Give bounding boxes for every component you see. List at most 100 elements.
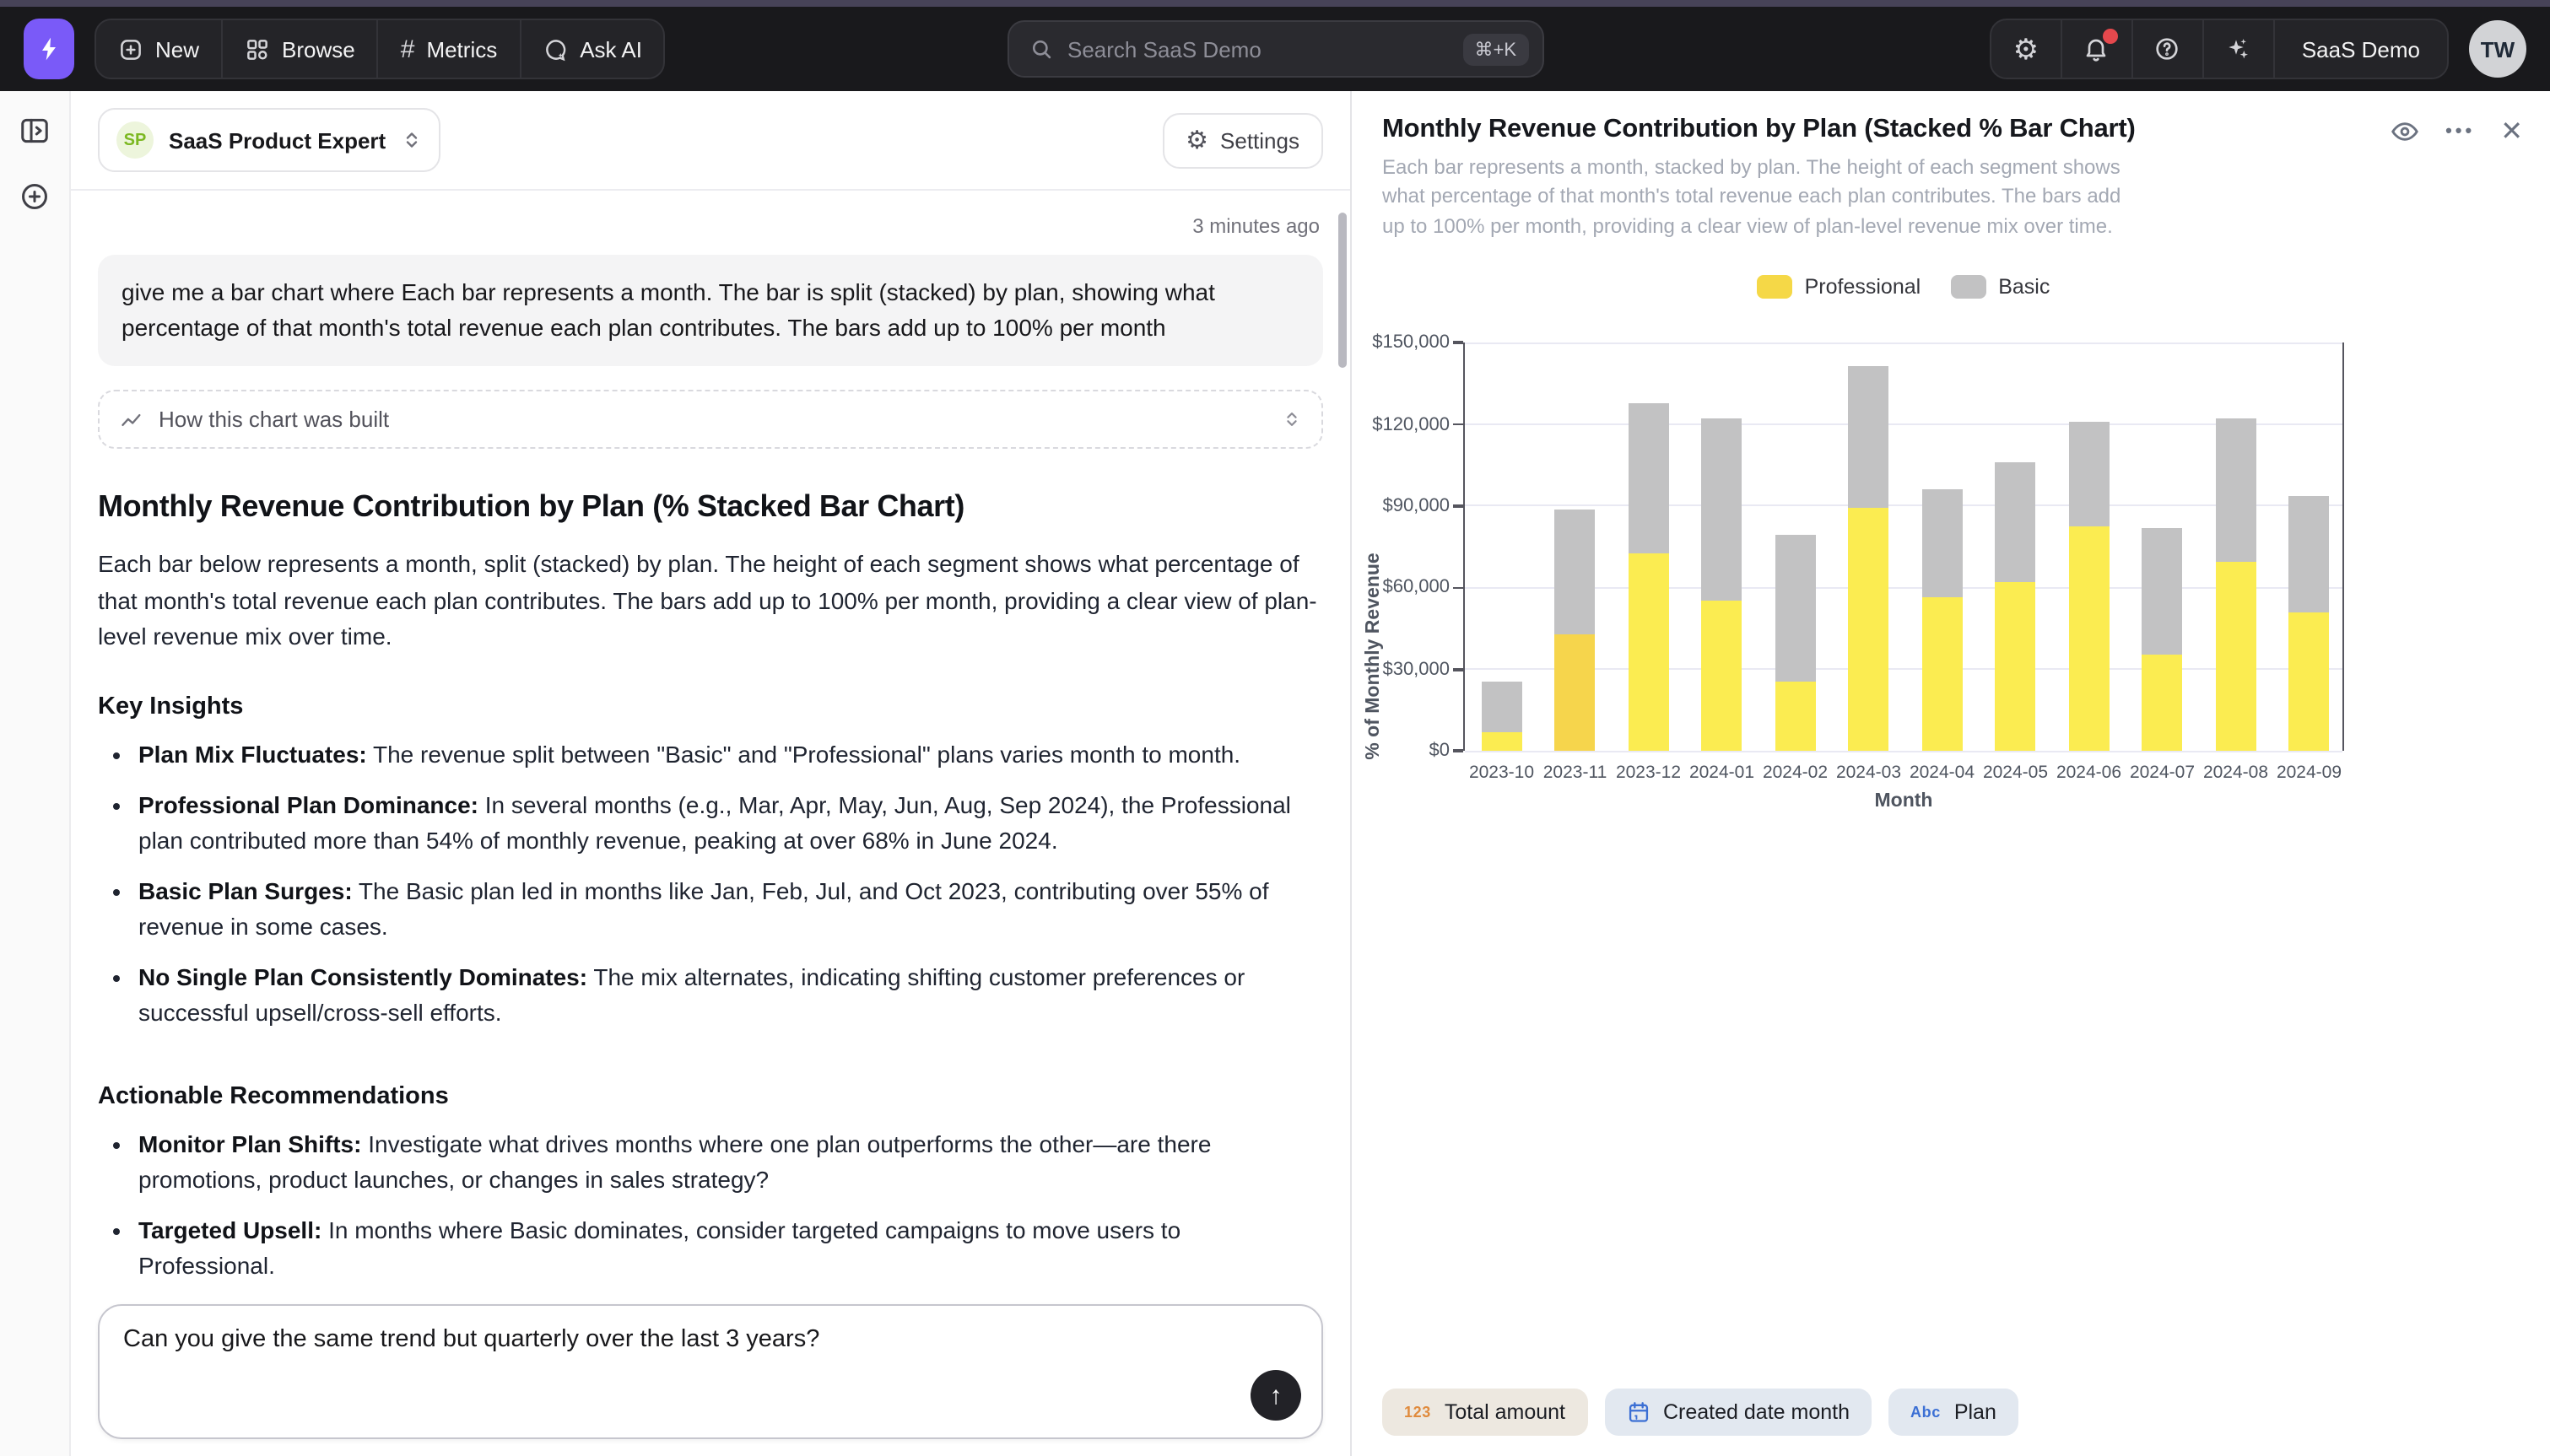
bar-segment-basic-2024-09[interactable] — [2289, 495, 2330, 612]
y-tick-label: $30,000 — [1382, 660, 1450, 680]
chip-total-amount[interactable]: 123 Total amount — [1382, 1389, 1587, 1436]
bar-segment-professional-2023-11[interactable] — [1555, 634, 1596, 752]
hash-icon: # — [401, 35, 415, 63]
text-field-icon: Abc — [1910, 1404, 1941, 1421]
bar-segment-basic-2023-12[interactable] — [1629, 402, 1669, 553]
agent-selector[interactable]: SP SaaS Product Expert — [98, 108, 440, 172]
settings-button[interactable]: ⚙ Settings — [1162, 112, 1323, 168]
bar-segment-basic-2024-07[interactable] — [2142, 528, 2183, 655]
bar — [1849, 342, 1889, 751]
bar-segment-professional-2024-03[interactable] — [1849, 508, 1889, 752]
chat-panel: SP SaaS Product Expert ⚙ Settings 3 minu… — [71, 91, 1350, 1456]
bar-segment-professional-2023-10[interactable] — [1482, 732, 1522, 752]
legend-item[interactable]: Basic — [1951, 275, 2050, 299]
x-tick-label: 2023-10 — [1469, 763, 1534, 783]
more-options-button[interactable]: ••• — [2445, 121, 2475, 142]
user-avatar[interactable]: TW — [2469, 20, 2526, 78]
bar-segment-basic-2024-03[interactable] — [1849, 366, 1889, 508]
app-logo[interactable] — [24, 19, 74, 79]
bar-segment-basic-2024-06[interactable] — [2069, 422, 2110, 526]
bar-segment-basic-2024-05[interactable] — [1996, 462, 2036, 582]
assistant-button[interactable] — [2204, 20, 2275, 78]
bar-segment-basic-2024-01[interactable] — [1702, 418, 1742, 601]
global-search[interactable]: Search SaaS Demo ⌘+K — [1007, 20, 1543, 78]
bar-segment-basic-2023-11[interactable] — [1555, 510, 1596, 634]
recommendation-item-lead: Targeted Upsell: — [138, 1216, 321, 1243]
legend-item[interactable]: Professional — [1758, 275, 1921, 299]
bar-segment-professional-2024-09[interactable] — [2289, 612, 2330, 752]
workspace-button[interactable]: SaaS Demo — [2275, 20, 2447, 78]
bar-segment-professional-2024-08[interactable] — [2216, 562, 2256, 751]
chat-scrollbar[interactable] — [1338, 213, 1347, 368]
bar-segment-basic-2024-04[interactable] — [1922, 488, 1963, 597]
chevron-updown-icon — [401, 128, 421, 152]
gridline — [1465, 669, 2342, 671]
close-button[interactable]: ✕ — [2500, 115, 2523, 148]
x-tick-label: 2024-09 — [2277, 763, 2342, 783]
user-message: give me a bar chart where Each bar repre… — [98, 255, 1323, 366]
new-chat-button[interactable] — [19, 181, 51, 213]
send-button[interactable]: ↑ — [1251, 1370, 1301, 1421]
bolt-icon — [35, 32, 62, 66]
nav-button-new[interactable]: New — [96, 20, 223, 78]
x-tick-label: 2024-02 — [1763, 763, 1828, 783]
left-rail — [0, 91, 71, 1456]
search-icon — [1029, 37, 1052, 61]
bar-segment-professional-2024-04[interactable] — [1922, 597, 1963, 751]
settings-label: Settings — [1220, 127, 1299, 153]
calendar-icon — [1626, 1400, 1650, 1424]
bar-segment-basic-2024-08[interactable] — [2216, 419, 2256, 562]
response-intro: Each bar below represents a month, split… — [98, 547, 1323, 656]
search-placeholder: Search SaaS Demo — [1067, 36, 1447, 62]
insight-item: Plan Mix Fluctuates: The revenue split b… — [138, 737, 1323, 773]
bar-segment-professional-2024-05[interactable] — [1996, 582, 2036, 751]
chip-created-date-month[interactable]: Created date month — [1604, 1389, 1872, 1436]
view-eye-button[interactable] — [2390, 116, 2420, 147]
help-button[interactable] — [2133, 20, 2204, 78]
message-timestamp: 3 minutes ago — [101, 214, 1320, 238]
help-icon — [2154, 35, 2181, 62]
chart-build-accordion[interactable]: How this chart was built — [98, 390, 1323, 449]
ellipsis-icon: ••• — [2445, 121, 2475, 142]
chat-scroll-area: 3 minutes ago give me a bar chart where … — [71, 191, 1350, 1281]
bar-segment-basic-2024-02[interactable] — [1775, 535, 1816, 682]
eye-icon — [2390, 116, 2420, 147]
bar — [1555, 342, 1596, 751]
insight-item: No Single Plan Consistently Dominates: T… — [138, 960, 1323, 1031]
panel-toggle-icon — [19, 115, 51, 147]
insight-item-lead: Professional Plan Dominance: — [138, 791, 478, 818]
bar-segment-professional-2023-12[interactable] — [1629, 553, 1669, 751]
gridline — [1465, 750, 2342, 752]
chip-plan[interactable]: Abc Plan — [1888, 1389, 2018, 1436]
tick-mark — [1453, 586, 1463, 589]
composer-input[interactable]: Can you give the same trend but quarterl… — [100, 1306, 1321, 1437]
notifications-button[interactable] — [2062, 20, 2133, 78]
x-tick-label: 2024-04 — [1910, 763, 1975, 783]
bar-segment-professional-2024-07[interactable] — [2142, 655, 2183, 752]
y-tick-label: $90,000 — [1382, 496, 1450, 516]
bar-segment-professional-2024-01[interactable] — [1702, 601, 1742, 751]
bar — [1482, 342, 1522, 751]
bar-segment-professional-2024-02[interactable] — [1775, 682, 1816, 751]
bar-segment-basic-2023-10[interactable] — [1482, 682, 1522, 732]
bar — [1629, 342, 1669, 751]
settings-gear-button[interactable]: ⚙ — [1991, 20, 2062, 78]
nav-button-ask-ai[interactable]: Ask AI — [521, 20, 664, 78]
top-navigation: New Browse # Metrics Ask AI — [0, 7, 2550, 91]
nav-button-metrics[interactable]: # Metrics — [379, 20, 521, 78]
nav-button-browse[interactable]: Browse — [223, 20, 379, 78]
recommendation-item: Monitor Plan Shifts: Investigate what dr… — [138, 1127, 1323, 1198]
tick-mark — [1453, 423, 1463, 426]
composer: Can you give the same trend but quarterl… — [98, 1304, 1323, 1439]
legend-label: Professional — [1805, 275, 1921, 299]
tick-mark — [1453, 750, 1463, 752]
collapse-panel-button[interactable] — [19, 115, 51, 147]
gridline — [1465, 587, 2342, 589]
chart-subtitle: Each bar represents a month, stacked by … — [1382, 154, 2145, 241]
primary-nav-group: New Browse # Metrics Ask AI — [95, 19, 666, 79]
x-tick-label: 2023-12 — [1616, 763, 1681, 783]
y-tick-label: $60,000 — [1382, 578, 1450, 598]
bar-segment-professional-2024-06[interactable] — [2069, 526, 2110, 751]
x-tick-label: 2023-11 — [1543, 763, 1607, 783]
y-tick-label: $150,000 — [1372, 332, 1450, 353]
